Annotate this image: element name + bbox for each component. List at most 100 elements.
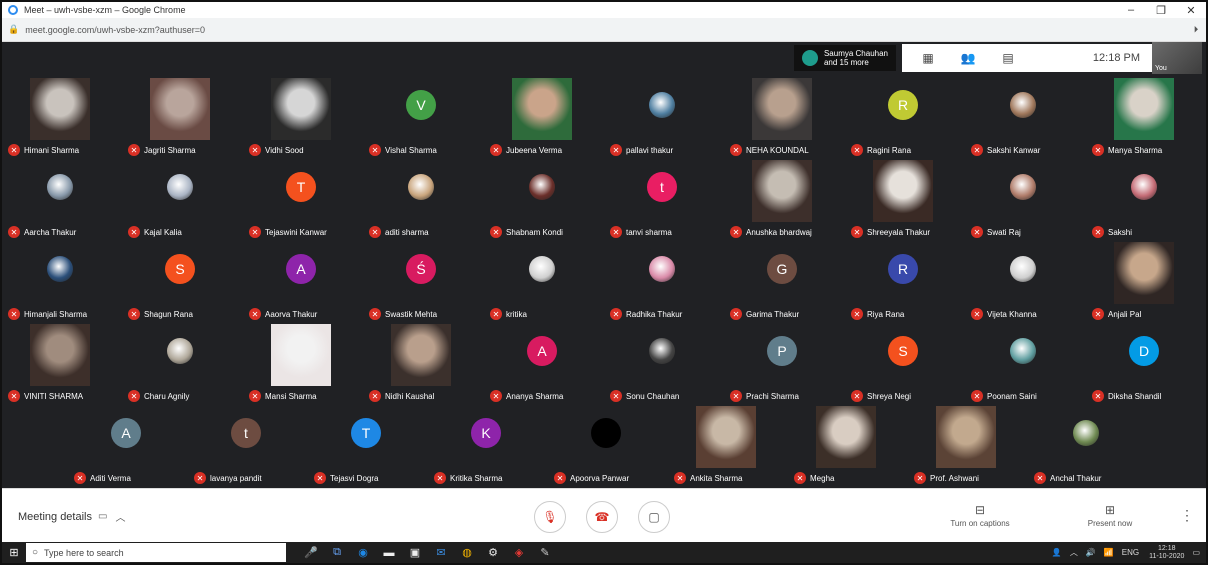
- volume-icon[interactable]: 🔊: [1086, 548, 1096, 557]
- minimize-icon[interactable]: –: [1116, 4, 1146, 16]
- participant-tile[interactable]: ✕ Apoorva Panwar: [548, 404, 664, 486]
- participant-avatar: A: [111, 418, 141, 448]
- participant-tile[interactable]: ✕ Manya Sharma: [1086, 76, 1202, 158]
- file-explorer-icon[interactable]: ▬: [376, 547, 402, 559]
- participant-tile[interactable]: ✕ Poonam Saini: [965, 322, 1081, 404]
- people-icon[interactable]: 👥: [948, 51, 988, 65]
- address-bar[interactable]: 🔒 meet.google.com/uwh-vsbe-xzm?authuser=…: [2, 18, 1206, 42]
- participant-tile[interactable]: V ✕ Vishal Sharma: [363, 76, 479, 158]
- participant-tile[interactable]: T ✕ Tejasvi Dogra: [308, 404, 424, 486]
- participant-tile[interactable]: Ś ✕ Swastik Mehta: [363, 240, 479, 322]
- participant-tile[interactable]: t ✕ tanvi sharma: [604, 158, 720, 240]
- extension-icon[interactable]: ⏵: [1186, 24, 1206, 35]
- participant-tile[interactable]: ✕ kritika: [484, 240, 600, 322]
- participant-tile[interactable]: ✕ Sakshi: [1086, 158, 1202, 240]
- participant-tile[interactable]: ✕ Radhika Thakur: [604, 240, 720, 322]
- muted-mic-icon: ✕: [8, 226, 20, 238]
- participant-tile[interactable]: ✕ Ankita Sharma: [668, 404, 784, 486]
- notifications-icon[interactable]: ▭: [1192, 548, 1200, 557]
- participant-tile[interactable]: ✕ Aarcha Thakur: [2, 158, 118, 240]
- participant-tile[interactable]: R ✕ Ragini Rana: [845, 76, 961, 158]
- more-options-icon[interactable]: ⋮: [1180, 507, 1194, 524]
- participant-tile[interactable]: ✕ Charu Agnily: [122, 322, 238, 404]
- windows-start-icon[interactable]: ⊞: [2, 546, 26, 559]
- mic-icon[interactable]: 🎤: [298, 546, 324, 559]
- network-icon[interactable]: 📶: [1104, 548, 1114, 557]
- mic-toggle-button[interactable]: 🎙: [534, 501, 566, 533]
- participant-name: Megha: [810, 474, 835, 483]
- settings-icon[interactable]: ⚙: [480, 546, 506, 559]
- maximize-icon[interactable]: ❐: [1146, 4, 1176, 17]
- participant-tile[interactable]: ✕ NEHA KOUNDAL: [724, 76, 840, 158]
- participant-tile[interactable]: A ✕ Aditi Verma: [68, 404, 184, 486]
- people-tray-icon[interactable]: 👤: [1052, 548, 1062, 557]
- participant-tile[interactable]: K ✕ Kritika Sharma: [428, 404, 544, 486]
- task-view-icon[interactable]: ⧉: [324, 546, 350, 559]
- participant-tile[interactable]: ✕ Swati Raj: [965, 158, 1081, 240]
- participant-tile[interactable]: ✕ Jagriti Sharma: [122, 76, 238, 158]
- mail-icon[interactable]: ✉: [428, 546, 454, 559]
- app-icon[interactable]: ◈: [506, 546, 532, 559]
- camera-toggle-button[interactable]: ▢: [638, 501, 670, 533]
- participant-tile[interactable]: t ✕ lavanya pandit: [188, 404, 304, 486]
- store-icon[interactable]: ▣: [402, 546, 428, 559]
- captions-label: Turn on captions: [950, 519, 1010, 528]
- participant-tile[interactable]: ✕ Vidhi Sood: [243, 76, 359, 158]
- participant-tile[interactable]: ✕ Sakshi Kanwar: [965, 76, 1081, 158]
- participant-tile[interactable]: ✕ Anjali Pal: [1086, 240, 1202, 322]
- participant-tile[interactable]: ✕ Prof. Ashwani: [908, 404, 1024, 486]
- edge-icon[interactable]: ◉: [350, 546, 376, 559]
- pen-icon[interactable]: ✎: [532, 546, 558, 559]
- participant-video: [512, 78, 572, 140]
- participant-tile[interactable]: T ✕ Tejaswini Kanwar: [243, 158, 359, 240]
- participant-tile[interactable]: ✕ Anchal Thakur: [1028, 404, 1144, 486]
- tile-row: A ✕ Aditi Verma t ✕ lavanya pandit T ✕ Tejasvi D…: [68, 404, 1148, 486]
- participant-tile[interactable]: ✕ Himani Sharma: [2, 76, 118, 158]
- taskbar-search-box[interactable]: ○ Type here to search: [26, 543, 286, 562]
- meeting-control-bar: Meeting details ▭ ︿ 🎙 ☎ ▢ ⊟ Turn on capt…: [2, 488, 1206, 542]
- participant-tile[interactable]: ✕ Vijeta Khanna: [965, 240, 1081, 322]
- close-icon[interactable]: ✕: [1176, 4, 1206, 17]
- participant-tile[interactable]: ✕ Anushka bhardwaj: [724, 158, 840, 240]
- clock-area[interactable]: 12:18 11-10-2020: [1149, 545, 1184, 561]
- participant-profile-photo: [1073, 420, 1099, 446]
- participant-tile[interactable]: ✕ Mansi Sharma: [243, 322, 359, 404]
- self-view-thumbnail[interactable]: You: [1152, 42, 1202, 74]
- chevron-up-icon: ︿: [115, 513, 126, 524]
- participant-tile[interactable]: ✕ aditi sharma: [363, 158, 479, 240]
- participant-tile[interactable]: S ✕ Shreya Negi: [845, 322, 961, 404]
- captions-button[interactable]: ⊟ Turn on captions: [940, 503, 1020, 528]
- participant-tile[interactable]: ✕ Shabnam Kondi: [484, 158, 600, 240]
- participant-tile[interactable]: P ✕ Prachi Sharma: [724, 322, 840, 404]
- participant-tile[interactable]: ✕ Kajal Kalia: [122, 158, 238, 240]
- participant-tile[interactable]: D ✕ Diksha Shandil: [1086, 322, 1202, 404]
- participant-tile[interactable]: ✕ Sonu Chauhan: [604, 322, 720, 404]
- meeting-details-button[interactable]: Meeting details ▭ ︿: [18, 509, 126, 525]
- participant-tile[interactable]: ✕ Jubeena Verma: [484, 76, 600, 158]
- present-button[interactable]: ⊞ Present now: [1070, 503, 1150, 528]
- participant-tile[interactable]: ✕ pallavi thakur: [604, 76, 720, 158]
- captions-icon: ⊟: [974, 503, 986, 517]
- participant-name: Charu Agnily: [144, 392, 190, 401]
- participant-tile[interactable]: S ✕ Shagun Rana: [122, 240, 238, 322]
- muted-mic-icon: ✕: [610, 308, 622, 320]
- participant-tile[interactable]: A ✕ Aaorva Thakur: [243, 240, 359, 322]
- layout-grid-icon[interactable]: ▦: [908, 51, 948, 65]
- show-hidden-icons-icon[interactable]: ︿: [1070, 547, 1078, 558]
- chrome-icon[interactable]: ◍: [454, 546, 480, 559]
- participant-tile[interactable]: A ✕ Ananya Sharma: [484, 322, 600, 404]
- participants-chip[interactable]: Saumya Chauhan and 15 more: [793, 45, 896, 71]
- participant-tile[interactable]: ✕ Himanjali Sharma: [2, 240, 118, 322]
- language-indicator[interactable]: ENG: [1122, 548, 1139, 557]
- participant-tile[interactable]: ✕ VINITI SHARMA: [2, 322, 118, 404]
- participant-tile[interactable]: R ✕ Riya Rana: [845, 240, 961, 322]
- participant-tile[interactable]: ✕ Nidhi Kaushal: [363, 322, 479, 404]
- participant-tile[interactable]: ✕ Megha: [788, 404, 904, 486]
- participant-tile[interactable]: ✕ Shreeyala Thakur: [845, 158, 961, 240]
- url-text[interactable]: meet.google.com/uwh-vsbe-xzm?authuser=0: [25, 25, 205, 35]
- chat-icon[interactable]: ▤: [988, 51, 1028, 65]
- hang-up-button[interactable]: ☎: [586, 501, 618, 533]
- participant-tile[interactable]: G ✕ Garima Thakur: [724, 240, 840, 322]
- muted-mic-icon: ✕: [730, 390, 742, 402]
- participant-video: [30, 78, 90, 140]
